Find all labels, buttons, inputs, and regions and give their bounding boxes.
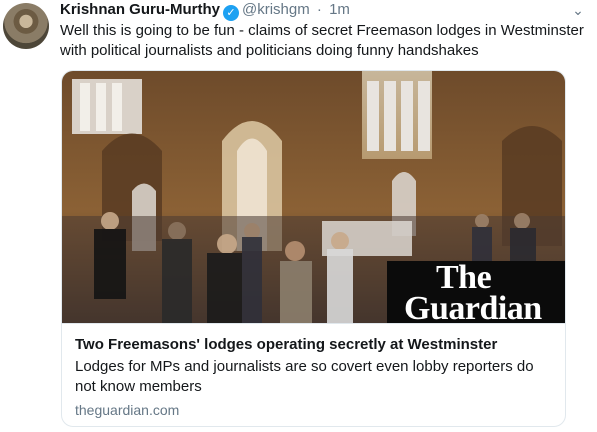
card-description: Lodges for MPs and journalists are so co…: [75, 358, 534, 395]
author-name[interactable]: Krishnan Guru-Murthy: [60, 1, 220, 18]
author-handle[interactable]: @krishgm: [242, 1, 310, 18]
card-title[interactable]: Two Freemasons' lodges operating secretl…: [75, 335, 497, 355]
tweet-text: Well this is going to be fun - claims of…: [60, 22, 584, 59]
tweet-timestamp[interactable]: 1m: [329, 1, 350, 18]
link-card[interactable]: The Guardian Two Freemasons' lodges oper…: [61, 70, 566, 427]
card-domain[interactable]: theguardian.com: [75, 401, 179, 419]
author-avatar[interactable]: [3, 3, 49, 49]
verified-badge-icon: ✓: [223, 5, 239, 21]
tweet-header: Krishnan Guru-Murthy ✓ @krishgm · 1m: [60, 0, 350, 21]
chevron-down-icon[interactable]: ⌄: [567, 0, 589, 20]
guardian-logo-line2: Guardian: [404, 290, 542, 327]
header-separator: ·: [316, 1, 322, 18]
card-body[interactable]: Two Freemasons' lodges operating secretl…: [62, 323, 565, 426]
